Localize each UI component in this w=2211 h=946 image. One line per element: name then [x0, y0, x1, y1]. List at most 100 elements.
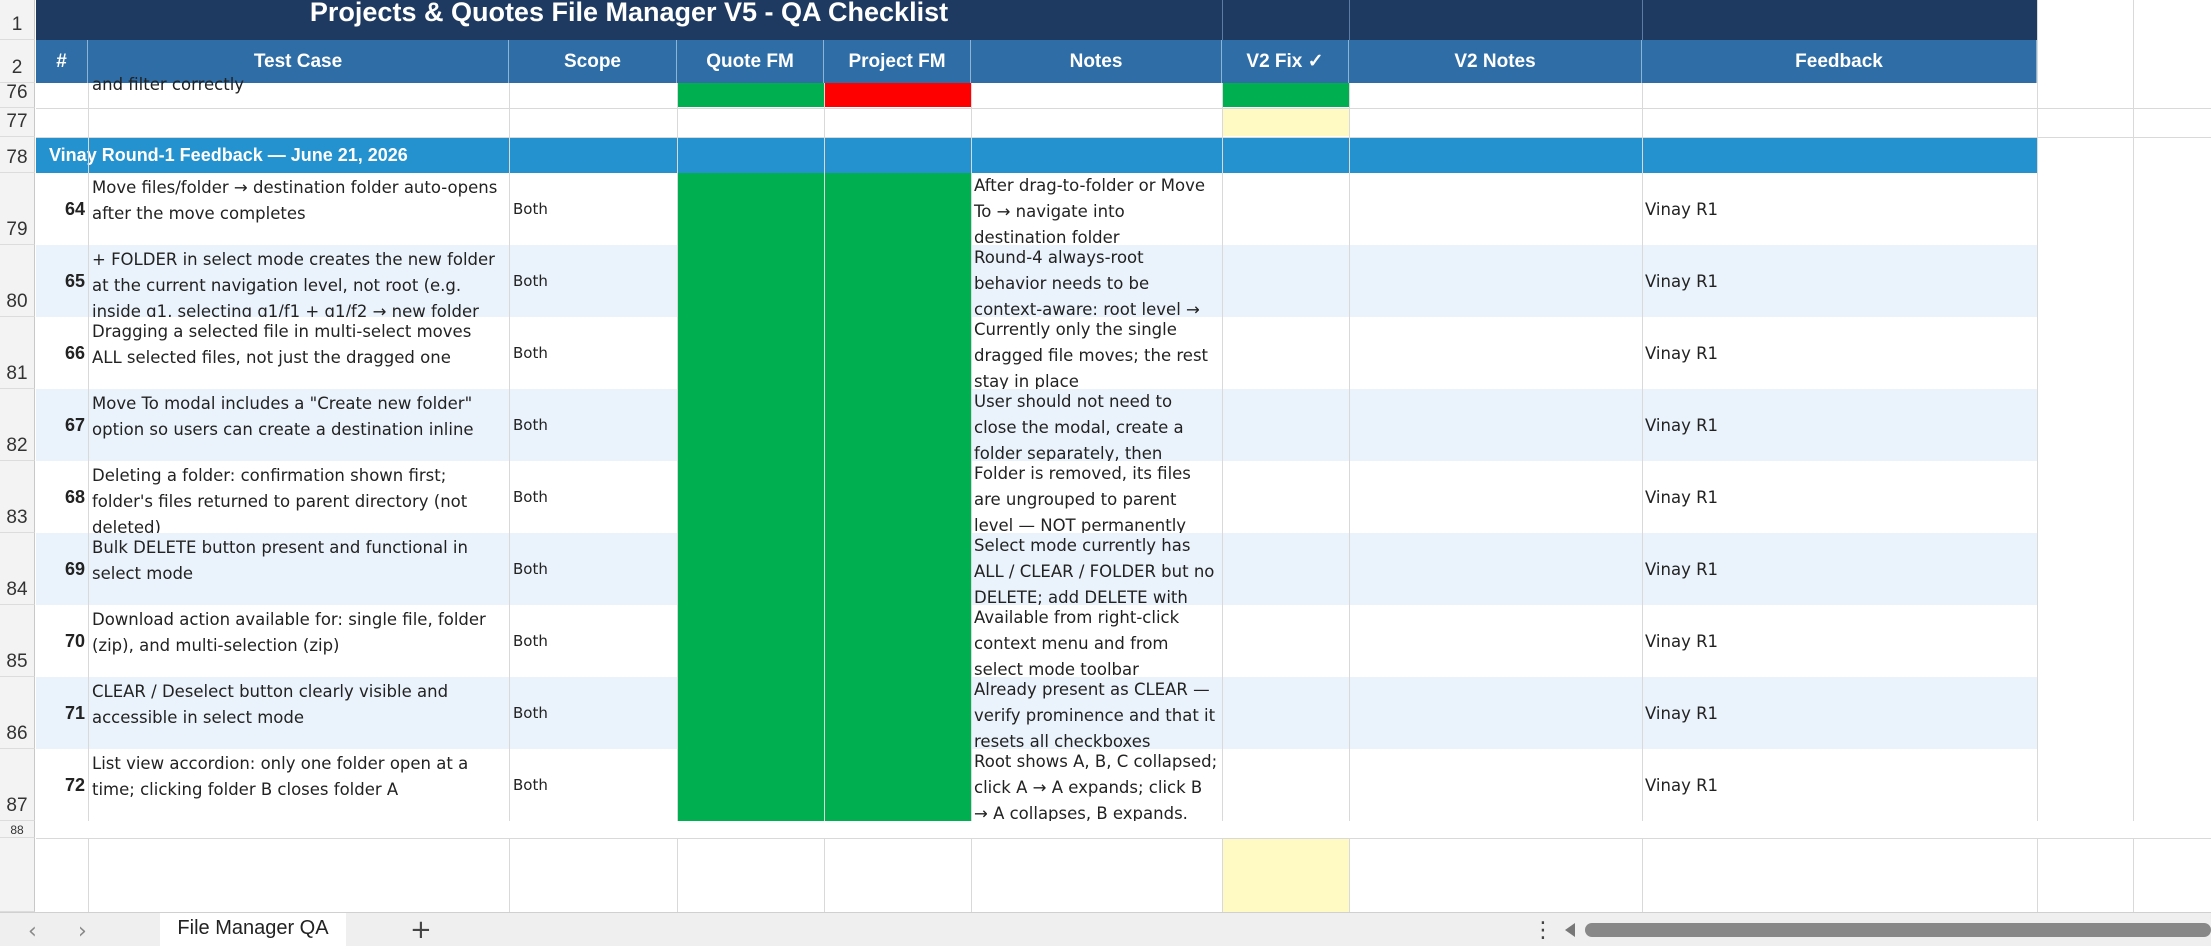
feedback-cell[interactable]: Vinay R1 — [1642, 461, 2037, 533]
row76-quote-fm-status[interactable] — [677, 83, 824, 107]
horizontal-scrollbar[interactable] — [1585, 923, 2211, 937]
row76-v2-fix-status[interactable] — [1222, 83, 1349, 107]
title-divider-1 — [1222, 0, 1223, 40]
row-header-2[interactable]: 2 — [0, 40, 35, 83]
title-divider-3 — [1642, 0, 1643, 40]
test-case-cell[interactable]: List view accordion: only one folder ope… — [88, 749, 509, 821]
row-header-84[interactable]: 84 — [0, 533, 35, 605]
row-header-78[interactable]: 78 — [0, 137, 35, 173]
scope-cell[interactable]: Both — [509, 173, 677, 245]
row77-v2-fix-cell[interactable] — [1222, 108, 1349, 136]
header-number[interactable]: # — [36, 40, 88, 83]
sheet-tab-file-manager-qa[interactable]: File Manager QA — [160, 913, 346, 946]
row-header-82[interactable]: 82 — [0, 389, 35, 461]
row-number-cell[interactable]: 66 — [36, 317, 88, 389]
test-case-cell[interactable]: + FOLDER in select mode creates the new … — [88, 245, 509, 317]
header-quote-fm[interactable]: Quote FM — [677, 40, 824, 83]
row-header-87[interactable]: 87 — [0, 749, 35, 821]
row-number-cell[interactable]: 69 — [36, 533, 88, 605]
scope-cell[interactable]: Both — [509, 245, 677, 317]
row-header-83[interactable]: 83 — [0, 461, 35, 533]
feedback-cell[interactable]: Vinay R1 — [1642, 677, 2037, 749]
gridline-horizontal — [36, 137, 2211, 138]
row-header-80[interactable]: 80 — [0, 245, 35, 317]
row-number-cell[interactable]: 65 — [36, 245, 88, 317]
test-case-cell[interactable]: CLEAR / Deselect button clearly visible … — [88, 677, 509, 749]
test-case-cell[interactable]: Bulk DELETE button present and functiona… — [88, 533, 509, 605]
gridline-vertical — [677, 83, 678, 912]
scope-cell[interactable]: Both — [509, 605, 677, 677]
row-header-86[interactable]: 86 — [0, 677, 35, 749]
row-header-76[interactable]: 76 — [0, 82, 35, 108]
row-header-1[interactable]: 1 — [0, 0, 35, 40]
sheet-title[interactable]: Projects & Quotes File Manager V5 - QA C… — [36, 0, 1222, 40]
gridline-horizontal — [36, 108, 2211, 109]
row-header-79[interactable]: 79 — [0, 173, 35, 245]
section-header[interactable]: Vinay Round-1 Feedback — June 21, 2026 — [36, 137, 2037, 173]
scope-cell[interactable]: Both — [509, 389, 677, 461]
empty-row-88 — [36, 821, 2211, 838]
notes-cell[interactable]: Root shows A, B, C collapsed; click A → … — [971, 749, 1222, 821]
notes-cell[interactable]: User should not need to close the modal,… — [971, 389, 1222, 461]
title-divider-2 — [1349, 0, 1350, 40]
notes-cell[interactable]: Already present as CLEAR — verify promin… — [971, 677, 1222, 749]
feedback-cell[interactable]: Vinay R1 — [1642, 245, 2037, 317]
next-sheet-icon[interactable]: › — [78, 919, 87, 944]
row-number-cell[interactable]: 71 — [36, 677, 88, 749]
header-notes[interactable]: Notes — [971, 40, 1222, 83]
notes-cell[interactable]: Currently only the single dragged file m… — [971, 317, 1222, 389]
header-feedback[interactable]: Feedback — [1642, 40, 2037, 83]
prev-sheet-icon[interactable]: ‹ — [28, 919, 37, 944]
gridline-vertical — [1349, 83, 1350, 912]
scroll-left-icon[interactable] — [1565, 923, 1575, 937]
feedback-cell[interactable]: Vinay R1 — [1642, 173, 2037, 245]
notes-cell[interactable]: Folder is removed, its files are ungroup… — [971, 461, 1222, 533]
feedback-cell[interactable]: Vinay R1 — [1642, 605, 2037, 677]
header-scope[interactable]: Scope — [509, 40, 677, 83]
feedback-cell[interactable]: Vinay R1 — [1642, 533, 2037, 605]
notes-cell[interactable]: After drag-to-folder or Move To → naviga… — [971, 173, 1222, 245]
header-v2-notes[interactable]: V2 Notes — [1349, 40, 1642, 83]
notes-cell[interactable]: Available from right-click context menu … — [971, 605, 1222, 677]
scope-cell[interactable]: Both — [509, 677, 677, 749]
row-number-cell[interactable]: 67 — [36, 389, 88, 461]
row88-v2-fix-cell[interactable] — [1222, 838, 1349, 912]
spreadsheet-grid[interactable]: Projects & Quotes File Manager V5 - QA C… — [0, 0, 2211, 912]
gridline-horizontal — [36, 838, 2211, 839]
row76-project-fm-status[interactable] — [824, 83, 971, 107]
quote-fm-status-block[interactable] — [677, 173, 824, 821]
row-number-cell[interactable]: 68 — [36, 461, 88, 533]
feedback-cell[interactable]: Vinay R1 — [1642, 749, 2037, 821]
row-header-81[interactable]: 81 — [0, 317, 35, 389]
header-v2-fix[interactable]: V2 Fix ✓ — [1222, 40, 1349, 83]
row-number-cell[interactable]: 70 — [36, 605, 88, 677]
scope-cell[interactable]: Both — [509, 461, 677, 533]
add-sheet-button[interactable]: + — [410, 915, 432, 945]
notes-cell[interactable]: Round-4 always-root behavior needs to be… — [971, 245, 1222, 317]
scope-cell[interactable]: Both — [509, 533, 677, 605]
notes-cell[interactable]: Select mode currently has ALL / CLEAR / … — [971, 533, 1222, 605]
gridline-vertical — [824, 83, 825, 912]
row-number-cell[interactable]: 64 — [36, 173, 88, 245]
row-header-77[interactable]: 77 — [0, 108, 35, 137]
more-options-icon[interactable]: ⋮ — [1532, 918, 1554, 943]
scope-cell[interactable]: Both — [509, 317, 677, 389]
gridline-vertical — [1642, 83, 1643, 912]
test-case-cell[interactable]: Deleting a folder: confirmation shown fi… — [88, 461, 509, 533]
feedback-cell[interactable]: Vinay R1 — [1642, 317, 2037, 389]
scope-cell[interactable]: Both — [509, 749, 677, 821]
test-case-cell[interactable]: Move files/folder → destination folder a… — [88, 173, 509, 245]
title-band-ext — [1222, 0, 2037, 40]
test-case-cell[interactable]: Download action available for: single fi… — [88, 605, 509, 677]
test-case-cell[interactable]: Move To modal includes a "Create new fol… — [88, 389, 509, 461]
header-project-fm[interactable]: Project FM — [824, 40, 971, 83]
feedback-cell[interactable]: Vinay R1 — [1642, 389, 2037, 461]
row-number-cell[interactable]: 72 — [36, 749, 88, 821]
row-header-88[interactable]: 88 — [0, 821, 35, 838]
project-fm-status-block[interactable] — [824, 173, 971, 821]
gridline-vertical — [971, 83, 972, 912]
test-case-cell[interactable]: Dragging a selected file in multi-select… — [88, 317, 509, 389]
row-header-85[interactable]: 85 — [0, 605, 35, 677]
row-header-tail — [0, 838, 35, 912]
row76-test-case[interactable]: and filter correctly — [88, 68, 509, 108]
